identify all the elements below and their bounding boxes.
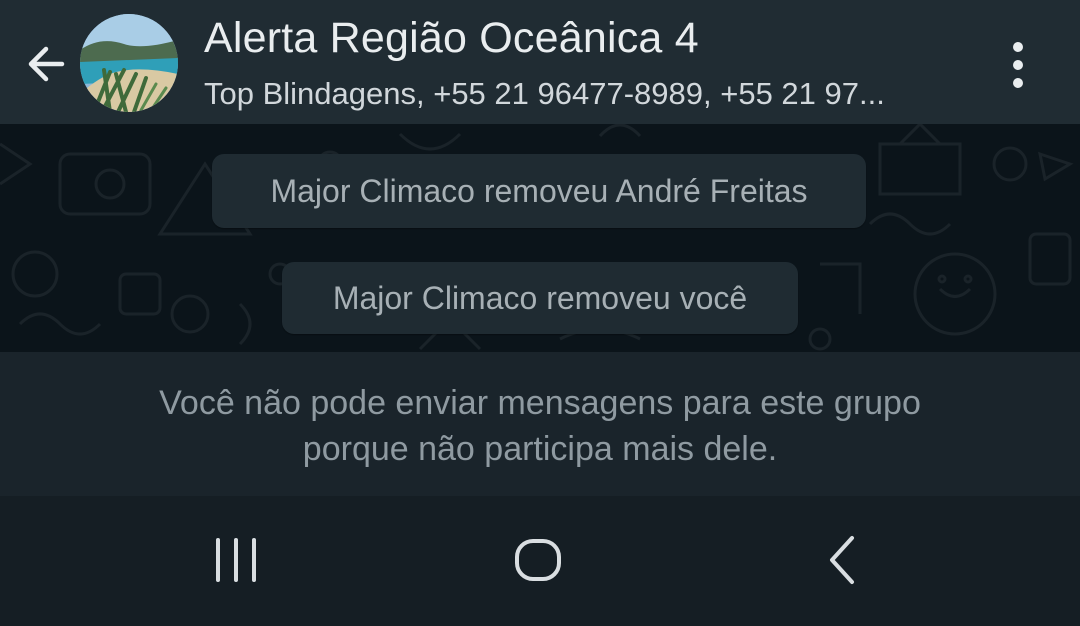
arrow-left-icon — [28, 46, 65, 82]
chat-header: Alerta Região Oceânica 4 Top Blindagens,… — [0, 0, 1080, 124]
cannot-send-notice: Você não pode enviar mensagens para este… — [0, 352, 1080, 496]
chat-title[interactable]: Alerta Região Oceânica 4 — [204, 14, 699, 63]
chat-screen: Alerta Região Oceânica 4 Top Blindagens,… — [0, 0, 1080, 626]
recents-icon — [216, 538, 256, 582]
group-avatar[interactable] — [80, 14, 178, 112]
nav-back-icon — [830, 536, 854, 584]
system-message: Major Climaco removeu André Freitas — [212, 154, 866, 228]
nav-back-button[interactable] — [792, 524, 892, 596]
notice-text-line1: Você não pode enviar mensagens para este… — [159, 384, 921, 422]
recents-button[interactable] — [186, 524, 286, 596]
more-options-button[interactable] — [996, 36, 1040, 94]
more-vertical-icon — [1013, 42, 1023, 88]
home-button[interactable] — [488, 524, 588, 596]
system-navigation-bar — [0, 496, 1080, 626]
back-button[interactable] — [18, 36, 74, 92]
avatar-image — [80, 14, 178, 112]
chat-participants[interactable]: Top Blindagens, +55 21 96477-8989, +55 2… — [204, 76, 964, 112]
notice-text-line2: porque não participa mais dele. — [302, 430, 778, 468]
system-message: Major Climaco removeu você — [282, 262, 798, 334]
chat-messages-area[interactable]: Major Climaco removeu André Freitas Majo… — [0, 124, 1080, 352]
home-icon — [515, 539, 561, 581]
